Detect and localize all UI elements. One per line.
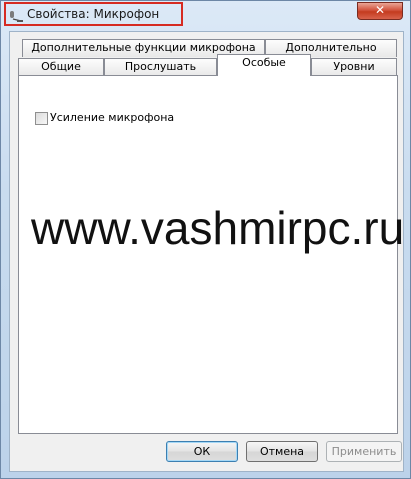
mic-boost-label[interactable]: Усиление микрофона (50, 111, 174, 124)
tab-label: Дополнительные функции микрофона (31, 41, 256, 54)
close-icon: ✕ (374, 3, 386, 17)
tab-label: Общие (41, 60, 81, 73)
tab-label: Прослушать (124, 60, 197, 73)
apply-button[interactable]: Применить (326, 441, 402, 462)
cancel-button[interactable]: Отмена (246, 441, 318, 462)
tab-label: Уровни (333, 60, 375, 73)
mic-boost-checkbox[interactable] (35, 112, 48, 125)
tab-general[interactable]: Общие (18, 58, 104, 76)
title-bar[interactable]: Свойства: Микрофон ✕ (1, 1, 410, 31)
properties-window: Свойства: Микрофон ✕ Дополнительные функ… (0, 0, 411, 479)
tab-custom[interactable]: Особые (217, 54, 311, 76)
tab-label: Особые (242, 56, 286, 69)
title-highlight-frame (4, 2, 183, 26)
tab-label: Дополнительно (285, 41, 377, 54)
tab-listen[interactable]: Прослушать (104, 58, 217, 76)
tab-levels[interactable]: Уровни (311, 58, 397, 76)
ok-button[interactable]: ОК (166, 441, 238, 462)
close-button[interactable]: ✕ (357, 2, 403, 20)
watermark-text: www.vashmirpc.ru (31, 202, 405, 254)
